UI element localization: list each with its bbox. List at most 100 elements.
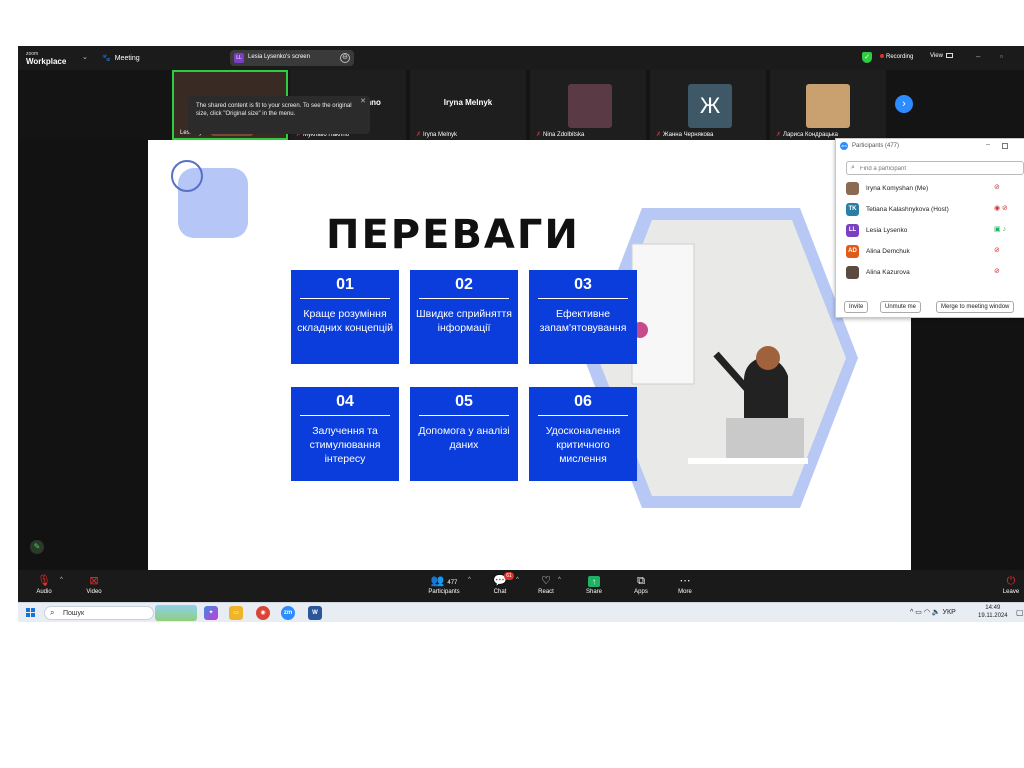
tile-name: ✗ Iryna Melnyk <box>416 132 458 138</box>
wifi-icon: ◠ <box>923 609 930 616</box>
muted-mic-icon: ⊘ <box>994 247 1000 254</box>
participant-row[interactable]: TK Tetiana Kalashnykova (Host) ◉ ⊘ <box>836 200 1024 220</box>
apps-icon: ⧉ <box>637 575 645 587</box>
chat-label: Chat <box>493 589 507 595</box>
unmute-button[interactable]: Unmute me <box>880 301 922 313</box>
card-text: Залучення та стимулювання інтересу <box>309 425 381 465</box>
video-tile[interactable]: ✗ Лариса Кондрацька <box>770 70 886 140</box>
advantage-card: 04 Залучення та стимулювання інтересу <box>291 387 399 481</box>
recording-indicator[interactable]: Recording <box>880 54 913 60</box>
participant-avatar: AD <box>846 245 859 258</box>
security-shield-icon[interactable]: ✓ <box>862 52 872 63</box>
system-tray[interactable]: ^ ▭ ◠ 🔈 УКР <box>910 608 956 616</box>
chevron-up-icon[interactable]: ^ <box>558 577 561 583</box>
share-button[interactable]: ↑ Share <box>574 574 614 595</box>
maximize-window-icon[interactable]: ▫ <box>1000 52 1003 61</box>
clock-time: 14:49 <box>985 605 1001 611</box>
card-number: 05 <box>455 393 473 410</box>
card-text: Ефективне запам'ятовування <box>539 308 627 334</box>
file-explorer-icon[interactable]: ▭ <box>229 606 243 620</box>
apps-label: Apps <box>634 589 648 595</box>
chevron-up-icon[interactable]: ^ <box>910 609 913 616</box>
zoom-logo: zoom Workplace <box>26 50 66 66</box>
share-options-icon[interactable]: ⊖ <box>340 53 350 63</box>
word-icon[interactable]: W <box>308 606 322 620</box>
video-strip: Lesia Lysenko Mykhailo Rakhno ✗Mykhailo … <box>18 70 1024 140</box>
notifications-icon[interactable]: ▢ <box>1016 608 1024 617</box>
muted-mic-icon: ✗ <box>416 132 422 138</box>
fit-screen-tooltip: The shared content is fit to your screen… <box>188 96 370 134</box>
video-tile[interactable]: ✗ Nina Zdolbitska <box>530 70 646 140</box>
invite-button[interactable]: Invite <box>844 301 869 313</box>
chevron-up-icon[interactable]: ^ <box>468 577 471 583</box>
video-tile[interactable]: Iryna Melnyk ✗ Iryna Melnyk <box>410 70 526 140</box>
taskbar-clock[interactable]: 14:49 19.11.2024 <box>978 604 1008 620</box>
chrome-icon[interactable]: ◉ <box>256 606 270 620</box>
whiteboard <box>631 243 695 385</box>
apps-button[interactable]: ⧉ Apps <box>621 574 661 595</box>
video-button[interactable]: ⊠ Video <box>74 574 114 595</box>
participant-photo <box>568 84 612 128</box>
taskbar-search[interactable]: ⌕ Пошук <box>44 606 154 620</box>
audio-button[interactable]: 🎙 Audio <box>24 574 64 595</box>
minimize-window-icon[interactable]: – <box>976 52 980 61</box>
chat-button[interactable]: 💬 61 Chat <box>480 572 520 595</box>
participant-row[interactable]: LL Lesia Lysenko ▣ ♪ <box>836 221 1024 241</box>
participant-photo <box>806 84 850 128</box>
participant-row[interactable]: Iryna Komyshan (Me) ⊘ <box>836 179 1024 199</box>
leave-button[interactable]: ⏻ Leave <box>998 574 1024 595</box>
participant-row[interactable]: AD Alina Demchuk ⊘ <box>836 242 1024 262</box>
view-button[interactable]: View <box>930 53 953 59</box>
search-icon: ⌕ <box>851 164 855 171</box>
participants-label: Participants <box>428 589 460 595</box>
participants-button[interactable]: 👥 477 Participants <box>422 574 466 595</box>
paw-icon: 🐾 <box>102 55 111 62</box>
zoom-logo-icon: zm <box>840 142 848 150</box>
sharer-avatar-badge: LL <box>234 53 244 63</box>
participant-search-input[interactable] <box>860 163 1020 174</box>
copilot-icon[interactable]: ✦ <box>204 606 218 620</box>
zoom-app-icon[interactable]: zm <box>281 606 295 620</box>
chevron-down-icon[interactable]: ⌄ <box>82 53 88 61</box>
participant-name: Lesia Lysenko <box>866 227 908 234</box>
windows-start-icon[interactable] <box>26 608 36 618</box>
recording-dot-icon <box>880 54 884 59</box>
close-icon[interactable]: ✕ <box>360 98 366 106</box>
search-highlight-image[interactable] <box>155 605 197 621</box>
card-divider <box>538 298 628 299</box>
advantage-card: 02 Швидке сприйняття інформації <box>410 270 518 364</box>
language-indicator[interactable]: УКР <box>943 609 956 616</box>
shared-slide: ПЕРЕВАГИ 01 Краще розуміння складних кон… <box>148 140 911 570</box>
chevron-up-icon[interactable]: ^ <box>60 577 63 583</box>
view-label: View <box>930 53 943 60</box>
advantage-card: 06 Удосконалення критичного мислення <box>529 387 637 481</box>
participants-icon: 👥 477 <box>430 575 458 587</box>
video-label: Video <box>86 589 102 595</box>
muted-mic-icon: ✗ <box>656 132 662 138</box>
more-button[interactable]: ⋯ More <box>665 574 705 595</box>
participant-name: Iryna Komyshan (Me) <box>866 185 929 192</box>
card-number: 02 <box>455 276 473 293</box>
chat-icon: 💬 <box>493 575 507 587</box>
card-divider <box>419 298 509 299</box>
clock-date: 19.11.2024 <box>978 613 1008 619</box>
card-text: Краще розуміння складних концепцій <box>297 308 393 334</box>
screen-share-indicator[interactable]: LL Lesia Lysenko's screen ⊖ <box>230 50 354 66</box>
video-tile[interactable]: Ж ✗ Жанна Чернякова <box>650 70 766 140</box>
maximize-panel-icon[interactable] <box>1002 143 1008 149</box>
muted-mic-icon: ✗ <box>536 132 542 138</box>
tooltip-text: The shared content is fit to your screen… <box>196 103 352 117</box>
chevron-up-icon[interactable]: ^ <box>516 577 519 583</box>
laptop <box>726 418 804 462</box>
next-page-button[interactable]: › <box>895 95 913 113</box>
advantage-card: 03 Ефективне запам'ятовування <box>529 270 637 364</box>
share-label: Lesia Lysenko's screen <box>248 54 310 60</box>
muted-mic-icon: 🎙 <box>37 575 51 587</box>
minimize-panel-icon[interactable]: – <box>986 141 990 148</box>
advantage-card: 05 Допомога у аналізі даних <box>410 387 518 481</box>
annotate-pen-icon[interactable]: ✎ <box>30 540 44 554</box>
merge-window-button[interactable]: Merge to meeting window <box>936 301 1015 313</box>
meeting-menu[interactable]: 🐾 Meeting <box>102 54 140 62</box>
video-off-icon: ⊠ <box>89 575 99 587</box>
participant-row[interactable]: Alina Kazurova ⊘ <box>836 263 1024 283</box>
